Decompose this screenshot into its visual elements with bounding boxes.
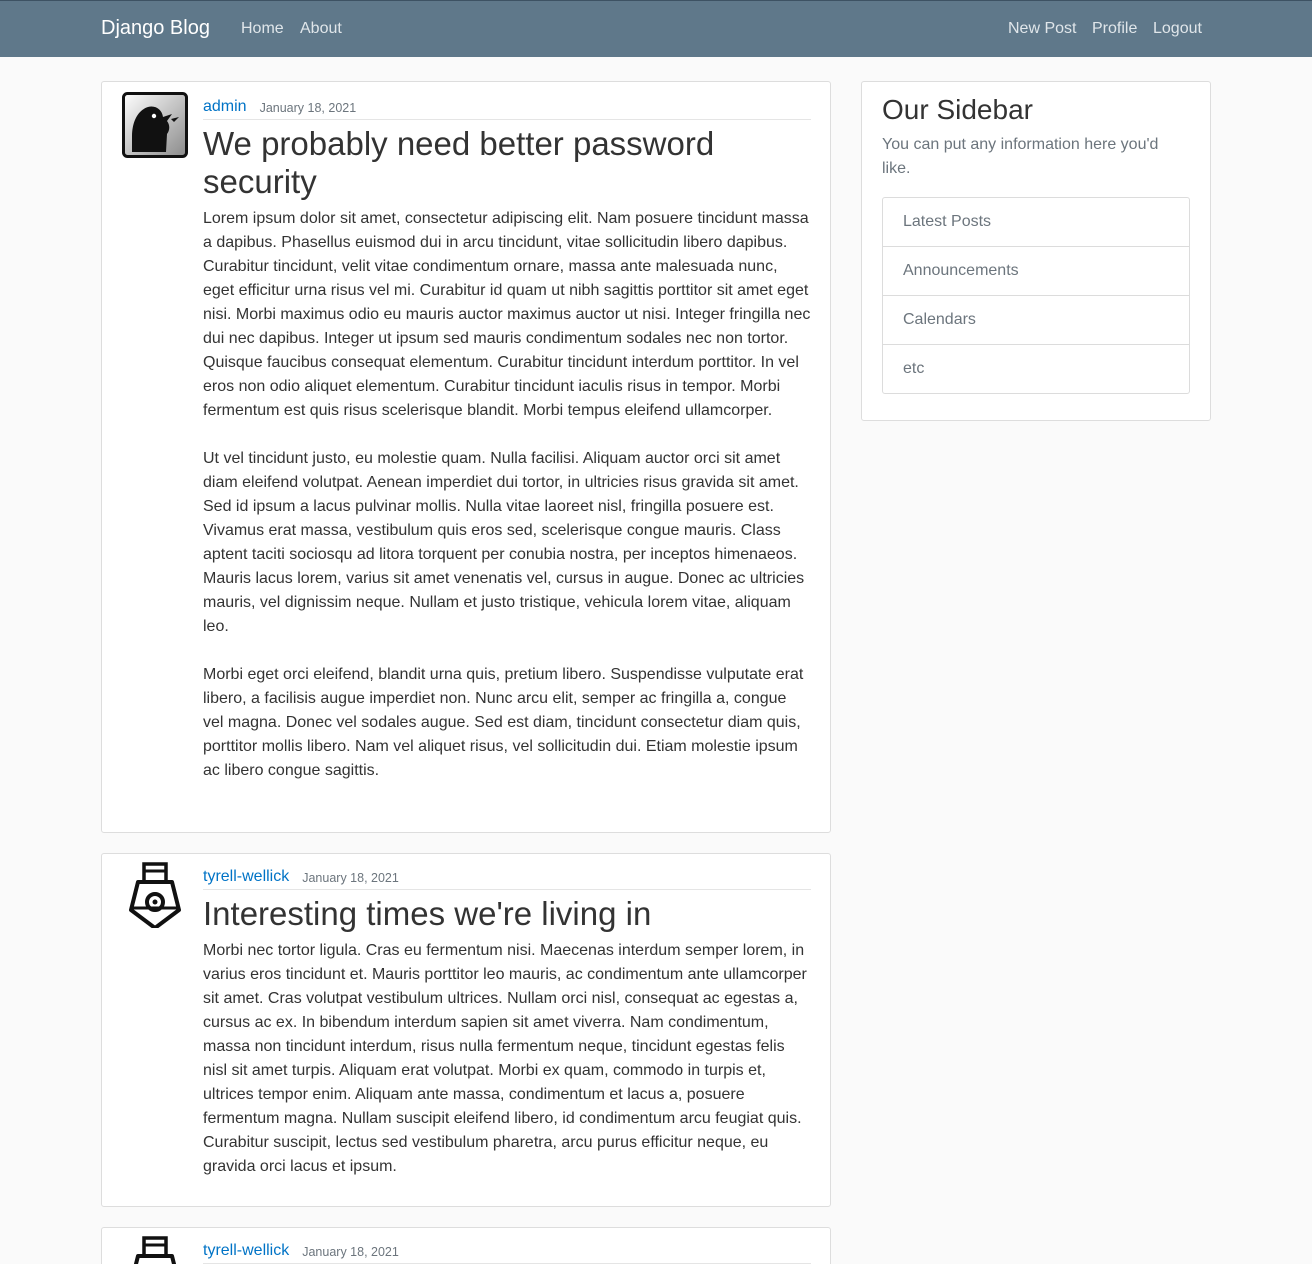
sidebar-item-calendars[interactable]: Calendars <box>883 296 1189 345</box>
post-card: tyrell-wellick January 18, 2021 <box>101 1227 831 1264</box>
post-meta: tyrell-wellick January 18, 2021 <box>203 1238 811 1264</box>
nav-logout-link[interactable]: Logout <box>1153 20 1202 38</box>
post-author-link[interactable]: admin <box>203 98 247 116</box>
nav-new-post-link[interactable]: New Post <box>1008 20 1076 38</box>
robot-avatar-icon <box>133 1236 177 1264</box>
sidebar-item-announcements[interactable]: Announcements <box>883 247 1189 296</box>
avatar[interactable] <box>122 862 188 930</box>
sidebar-description: You can put any information here you'd l… <box>882 136 1159 177</box>
penguin-avatar-icon <box>122 92 188 158</box>
post-content: Lorem ipsum dolor sit amet, consectetur … <box>203 210 811 779</box>
post-author-link[interactable]: tyrell-wellick <box>203 868 289 886</box>
sidebar: Our Sidebar You can put any information … <box>861 81 1211 421</box>
post-meta: admin January 18, 2021 <box>203 94 811 120</box>
sidebar-list: Latest Posts Announcements Calendars etc <box>882 197 1190 394</box>
post-meta: tyrell-wellick January 18, 2021 <box>203 864 811 890</box>
avatar[interactable] <box>122 92 188 158</box>
post-body: tyrell-wellick January 18, 2021 Interest… <box>203 864 811 1179</box>
sidebar-item-latest-posts[interactable]: Latest Posts <box>883 198 1189 247</box>
post-date: January 18, 2021 <box>302 870 399 885</box>
brand-link[interactable]: Django Blog <box>101 17 210 40</box>
post-title-link[interactable]: Interesting times we're living in <box>203 895 811 933</box>
post-body: tyrell-wellick January 18, 2021 <box>203 1238 811 1264</box>
post-body: admin January 18, 2021 We probably need … <box>203 94 811 783</box>
post-card: admin January 18, 2021 We probably need … <box>101 81 831 833</box>
post-title-link[interactable]: We probably need better password securit… <box>203 125 811 201</box>
nav-home-link[interactable]: Home <box>241 20 284 38</box>
sidebar-title: Our Sidebar <box>882 94 1033 125</box>
avatar[interactable] <box>122 1236 188 1264</box>
post-date: January 18, 2021 <box>302 1244 399 1259</box>
robot-avatar-icon <box>129 862 181 930</box>
post-date: January 18, 2021 <box>259 100 357 115</box>
sidebar-item-etc[interactable]: etc <box>883 345 1189 393</box>
post-content: Morbi nec tortor ligula. Cras eu ferment… <box>203 942 807 1175</box>
navbar: Django Blog Home About New Post Profile … <box>0 0 1312 57</box>
post-card: tyrell-wellick January 18, 2021 Interest… <box>101 853 831 1207</box>
nav-about-link[interactable]: About <box>300 20 342 38</box>
nav-profile-link[interactable]: Profile <box>1092 20 1137 38</box>
post-author-link[interactable]: tyrell-wellick <box>203 1242 289 1260</box>
